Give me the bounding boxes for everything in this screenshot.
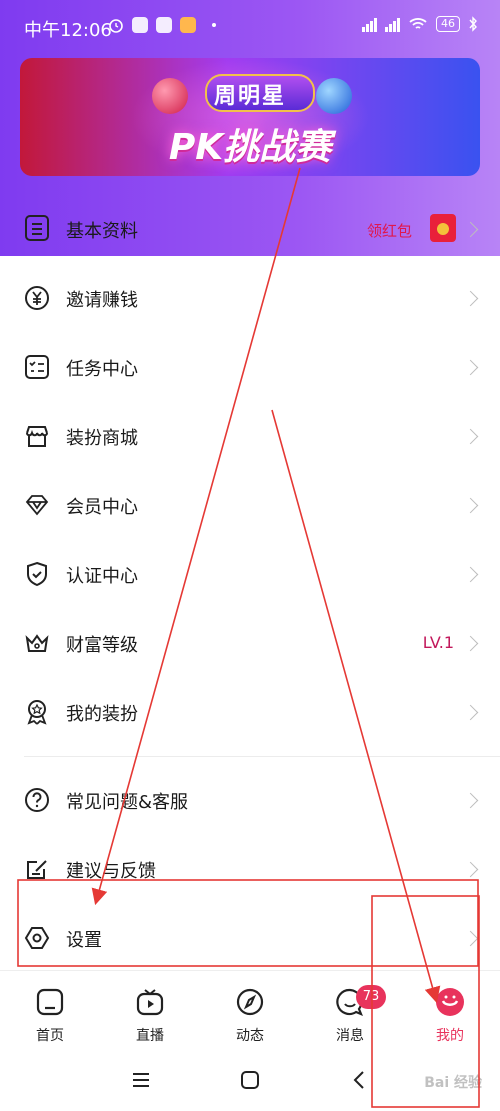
- tab-label: 直播: [136, 1028, 164, 1044]
- basic-info-label: 基本资料: [66, 221, 138, 242]
- signal-2-icon: [385, 16, 400, 32]
- app-icon-notes: [180, 17, 196, 33]
- menu-label: 会员中心: [66, 497, 138, 518]
- question-icon: [25, 788, 49, 812]
- chevron-right-icon: [462, 635, 479, 652]
- tab-home[interactable]: 首页: [0, 971, 100, 1053]
- diamond-icon: [25, 495, 49, 516]
- menu-label: 邀请赚钱: [66, 290, 138, 311]
- menu-label: 任务中心: [66, 359, 138, 380]
- alarm-icon: [109, 19, 123, 33]
- profile-face-icon: [436, 988, 464, 1016]
- banner-title: 周明星: [213, 84, 286, 109]
- compass-icon: [236, 988, 264, 1016]
- app-icon-capcut: [132, 17, 148, 33]
- chevron-right-icon: [462, 497, 479, 514]
- pk-banner[interactable]: 周明星 PK挑战赛: [20, 58, 480, 176]
- chevron-right-icon: [462, 221, 479, 238]
- yen-icon: [25, 286, 49, 310]
- store-icon: [26, 426, 48, 447]
- feedback-edit-icon: [27, 860, 47, 879]
- menu-icon[interactable]: [131, 1070, 151, 1090]
- chevron-right-icon: [462, 704, 479, 721]
- red-packet-label[interactable]: 领红包: [367, 220, 412, 241]
- menu-item-settings[interactable]: 设置: [0, 904, 500, 972]
- document-icon: [25, 215, 49, 241]
- menu-label: 我的装扮: [66, 704, 138, 725]
- menu-item-vip[interactable]: 会员中心: [0, 471, 500, 539]
- tab-moments[interactable]: 动态: [200, 971, 300, 1053]
- chevron-right-icon: [462, 792, 479, 809]
- tab-label: 首页: [36, 1028, 64, 1044]
- bottom-tab-bar: 首页 直播 动态 73 消息 我的: [0, 970, 500, 1053]
- tab-live[interactable]: 直播: [100, 971, 200, 1053]
- menu-label: 财富等级: [66, 635, 138, 656]
- home-square-icon[interactable]: [240, 1070, 260, 1090]
- banner-subtitle: PK挑战赛: [168, 127, 332, 168]
- medal-icon: [27, 700, 47, 725]
- menu-item-tasks[interactable]: 任务中心: [0, 333, 500, 401]
- signal-icon: [362, 16, 377, 32]
- wealth-level-value: LV.1: [422, 633, 454, 652]
- basic-info-row[interactable]: 基本资料 领红包: [0, 200, 500, 258]
- chevron-right-icon: [462, 566, 479, 583]
- shield-check-icon: [27, 561, 47, 587]
- chevron-right-icon: [462, 359, 479, 376]
- red-envelope-icon[interactable]: [430, 214, 456, 242]
- chevron-right-icon: [462, 290, 479, 307]
- tab-label: 动态: [236, 1028, 264, 1044]
- chevron-right-icon: [462, 428, 479, 445]
- home-icon: [36, 988, 64, 1016]
- menu-label: 建议与反馈: [66, 861, 156, 882]
- tab-label: 消息: [336, 1028, 364, 1044]
- menu-divider: [24, 756, 500, 757]
- app-icon-baidu: [156, 17, 172, 33]
- menu-item-feedback[interactable]: 建议与反馈: [0, 835, 500, 903]
- menu-item-verification[interactable]: 认证中心: [0, 540, 500, 608]
- crown-icon: [25, 634, 49, 652]
- more-dot-icon: [212, 23, 216, 27]
- chevron-right-icon: [462, 861, 479, 878]
- unread-badge: 73: [356, 985, 386, 1009]
- menu-label: 常见问题&客服: [66, 792, 189, 813]
- chevron-right-icon: [462, 930, 479, 947]
- menu-item-wealth-level[interactable]: 财富等级 LV.1: [0, 609, 500, 677]
- wifi-icon: [409, 18, 427, 29]
- menu-item-invite[interactable]: 邀请赚钱: [0, 264, 500, 332]
- bluetooth-icon: [469, 16, 477, 32]
- menu-label: 认证中心: [66, 566, 138, 587]
- tv-icon: [136, 989, 164, 1016]
- status-right: 46: [362, 16, 478, 32]
- back-icon[interactable]: [350, 1070, 370, 1090]
- status-bar: 中午12:06 46: [0, 0, 500, 56]
- tab-mine[interactable]: 我的: [400, 971, 500, 1053]
- battery-indicator: 46: [436, 16, 460, 32]
- status-time: 中午12:06: [24, 20, 112, 41]
- menu-item-store[interactable]: 装扮商城: [0, 402, 500, 470]
- menu-item-my-outfits[interactable]: 我的装扮: [0, 678, 500, 746]
- menu-label: 设置: [66, 930, 102, 951]
- watermark: Bai 经验: [424, 1075, 482, 1091]
- menu-item-faq[interactable]: 常见问题&客服: [0, 766, 500, 834]
- checklist-icon: [25, 355, 49, 379]
- tab-messages[interactable]: 73 消息: [300, 971, 400, 1053]
- settings-hex-icon: [24, 927, 50, 949]
- status-app-icons: [108, 17, 216, 33]
- tab-label: 我的: [436, 1028, 464, 1044]
- menu-label: 装扮商城: [66, 428, 138, 449]
